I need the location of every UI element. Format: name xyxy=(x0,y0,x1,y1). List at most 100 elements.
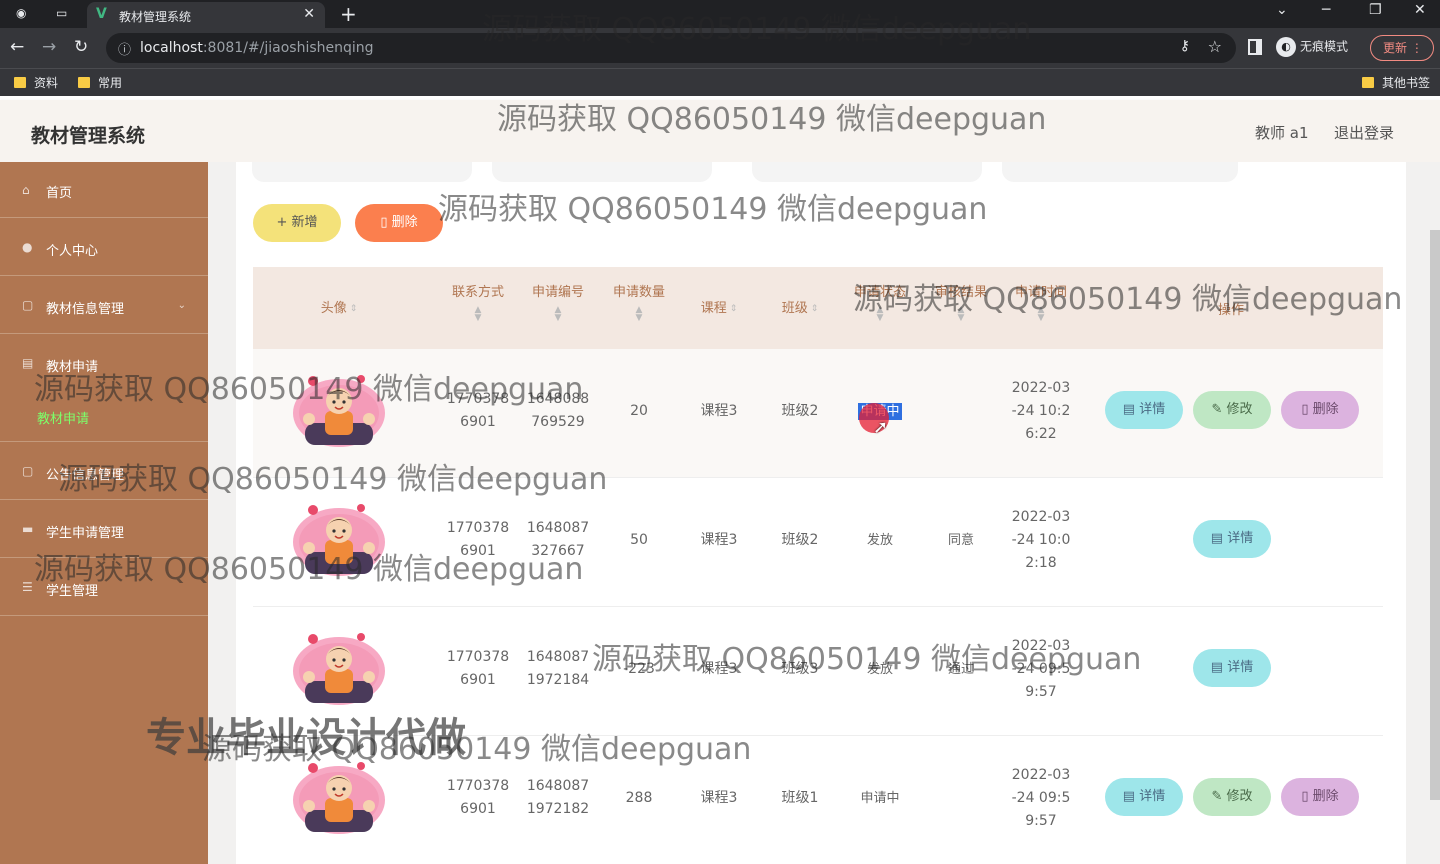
incognito-indicator[interactable]: ◐ 无痕模式 xyxy=(1276,37,1348,57)
time-part: -24 10:2 xyxy=(1011,403,1071,419)
sort-icon: ▲ ▼ xyxy=(554,305,562,323)
trash-icon: ▯ xyxy=(1301,402,1309,417)
sidebar-item-textbook-info[interactable]: ▢ 教材信息管理 ⌄ xyxy=(0,276,208,334)
add-button[interactable]: + 新增 xyxy=(253,204,341,242)
time-part: 2022-03 xyxy=(1011,767,1071,783)
mouse-cursor-icon: ➚ xyxy=(873,417,889,438)
new-tab-icon[interactable]: + xyxy=(340,2,357,26)
time-part: 2022-03 xyxy=(1011,638,1071,654)
th-time[interactable]: 申请时间 ▲ ▼ xyxy=(1001,281,1081,323)
tab-title: 教材管理系统 xyxy=(119,10,192,24)
side-panel-icon[interactable] xyxy=(1248,39,1262,55)
sidebar-item-students[interactable]: ☰ 学生管理 xyxy=(0,558,208,616)
delete-label: 删除 xyxy=(1312,789,1339,804)
bookmark-folder-changyong[interactable]: 常用 xyxy=(78,74,122,91)
class-cell: 班级3 xyxy=(781,661,819,677)
minimize-icon[interactable]: ─ xyxy=(1322,2,1330,18)
address-bar[interactable]: ⓘ localhost:8081/#/jiaoshishenqing ⚷ ☆ xyxy=(106,33,1236,63)
site-info-icon[interactable]: ⓘ xyxy=(118,39,131,58)
page-scrollbar[interactable] xyxy=(1430,230,1440,800)
time-part: -24 10:0 xyxy=(1011,532,1071,548)
th-avatar[interactable]: 头像 ⇕ xyxy=(299,297,379,316)
phone-part: 1770378 xyxy=(446,391,510,407)
bookmark-folder-ziliao[interactable]: 资料 xyxy=(14,74,58,91)
sidebar-subitem-textbook-apply[interactable]: 教材申请 xyxy=(37,408,89,427)
applications-table: 头像 ⇕ 联系方式 ▲ ▼ 申请编号 ▲ ▼ 申请数量 ▲ ▼ 课程 ⇕ 班级 ⇕ 申请状态 ▲ ▼ … xyxy=(253,267,1383,864)
table-header: 头像 ⇕ 联系方式 ▲ ▼ 申请编号 ▲ ▼ 申请数量 ▲ ▼ 课程 ⇕ 班级 ⇕ 申请状态 ▲ ▼ … xyxy=(253,267,1383,349)
avatar xyxy=(291,371,387,451)
browser-menu-icon[interactable]: ◉ xyxy=(16,6,26,20)
sidebar-item-profile[interactable]: ● 个人中心 xyxy=(0,218,208,276)
update-label: 更新 xyxy=(1383,41,1408,55)
sidebar-item-label: 公告信息管理 xyxy=(46,468,125,483)
bulk-delete-button[interactable]: ▯ 删除 xyxy=(355,204,443,242)
sidebar-item-notice[interactable]: ▢ 公告信息管理 xyxy=(0,442,208,500)
phone-part: 1770378 xyxy=(446,520,510,536)
search-field-ghost[interactable] xyxy=(492,162,712,182)
th-course[interactable]: 课程 ⇕ xyxy=(679,297,759,316)
browser-tab[interactable]: V 教材管理系统 ✕ xyxy=(87,2,325,28)
window-close-icon[interactable]: ✕ xyxy=(1414,2,1426,18)
table-row[interactable]: 17703786901 1648088769529 20 课程3 班级2 申请中… xyxy=(253,349,1383,478)
edit-button[interactable]: ✎ 修改 xyxy=(1193,391,1271,429)
th-code[interactable]: 申请编号 ▲ ▼ xyxy=(518,281,598,323)
time-part: 2022-03 xyxy=(1011,509,1071,525)
tab-search-icon[interactable]: ▭ xyxy=(56,6,67,20)
search-field-ghost[interactable] xyxy=(752,162,982,182)
edit-button[interactable]: ✎ 修改 xyxy=(1193,778,1271,816)
th-label: 申请状态 xyxy=(853,285,906,300)
incognito-icon: ◐ xyxy=(1276,37,1296,57)
sort-icon: ⇕ xyxy=(810,304,819,314)
code-part: 1648087 xyxy=(526,520,590,536)
code-part: 1972184 xyxy=(526,672,590,688)
course-cell: 课程3 xyxy=(700,661,738,677)
delete-button[interactable]: ▯ 删除 xyxy=(1281,391,1359,429)
qty-cell: 50 xyxy=(630,532,648,548)
phone-part: 6901 xyxy=(460,414,496,430)
detail-button[interactable]: ▤ 详情 xyxy=(1193,520,1271,558)
search-field-ghost[interactable] xyxy=(1002,162,1238,182)
detail-button[interactable]: ▤ 详情 xyxy=(1105,778,1183,816)
time-part: 9:57 xyxy=(1025,813,1057,829)
more-menu-icon: ⋮ xyxy=(1410,41,1423,55)
detail-button[interactable]: ▤ 详情 xyxy=(1105,391,1183,429)
password-key-icon[interactable]: ⚷ xyxy=(1180,38,1190,54)
sidebar-item-home[interactable]: ⌂ 首页 xyxy=(0,162,208,218)
tab-list-icon[interactable]: ⌄ xyxy=(1276,2,1288,18)
user-name[interactable]: 教师 a1 xyxy=(1255,122,1309,143)
avatar xyxy=(291,500,387,580)
reload-icon[interactable]: ↻ xyxy=(74,37,88,57)
search-field-ghost[interactable] xyxy=(252,162,472,182)
th-status[interactable]: 申请状态 ▲ ▼ xyxy=(840,281,920,323)
code-part: 1972182 xyxy=(526,801,590,817)
forward-icon[interactable]: → xyxy=(42,37,56,57)
phone-part: 6901 xyxy=(460,543,496,559)
th-class[interactable]: 班级 ⇕ xyxy=(760,297,840,316)
th-phone[interactable]: 联系方式 ▲ ▼ xyxy=(438,281,518,323)
phone-part: 6901 xyxy=(460,672,496,688)
sidebar-item-student-apply[interactable]: ▬ 学生申请管理 xyxy=(0,500,208,558)
sort-icon: ▲ ▼ xyxy=(876,305,884,323)
back-icon[interactable]: ← xyxy=(10,37,24,57)
th-result[interactable]: 审核结果 ▲ ▼ xyxy=(921,281,1001,323)
course-cell: 课程3 xyxy=(700,403,738,419)
url-text[interactable]: localhost:8081/#/jiaoshishenqing xyxy=(140,40,374,56)
tab-close-icon[interactable]: ✕ xyxy=(303,6,315,22)
delete-button[interactable]: ▯ 删除 xyxy=(1281,778,1359,816)
th-qty[interactable]: 申请数量 ▲ ▼ xyxy=(599,281,679,323)
incognito-label: 无痕模式 xyxy=(1300,39,1349,54)
logout-link[interactable]: 退出登录 xyxy=(1334,122,1394,143)
time-part: 2:18 xyxy=(1025,555,1057,571)
bookmark-star-icon[interactable]: ☆ xyxy=(1208,37,1222,56)
update-button[interactable]: 更新 ⋮ xyxy=(1370,35,1434,61)
folder-icon xyxy=(78,77,90,88)
restore-icon[interactable]: ❐ xyxy=(1369,2,1382,18)
other-bookmarks[interactable]: 其他书签 xyxy=(1362,74,1430,91)
home-icon: ⌂ xyxy=(22,183,30,197)
detail-label: 详情 xyxy=(1139,789,1166,804)
detail-button[interactable]: ▤ 详情 xyxy=(1193,649,1271,687)
sort-icon: ⇕ xyxy=(349,304,358,314)
sidebar-item-textbook-apply[interactable]: ▤ 教材申请 xyxy=(0,334,208,442)
sort-icon: ▲ ▼ xyxy=(957,305,965,323)
table-row[interactable]: 1770378 6901 1648087 327667 50 课程3 班级2 发放 … xyxy=(253,478,1383,607)
